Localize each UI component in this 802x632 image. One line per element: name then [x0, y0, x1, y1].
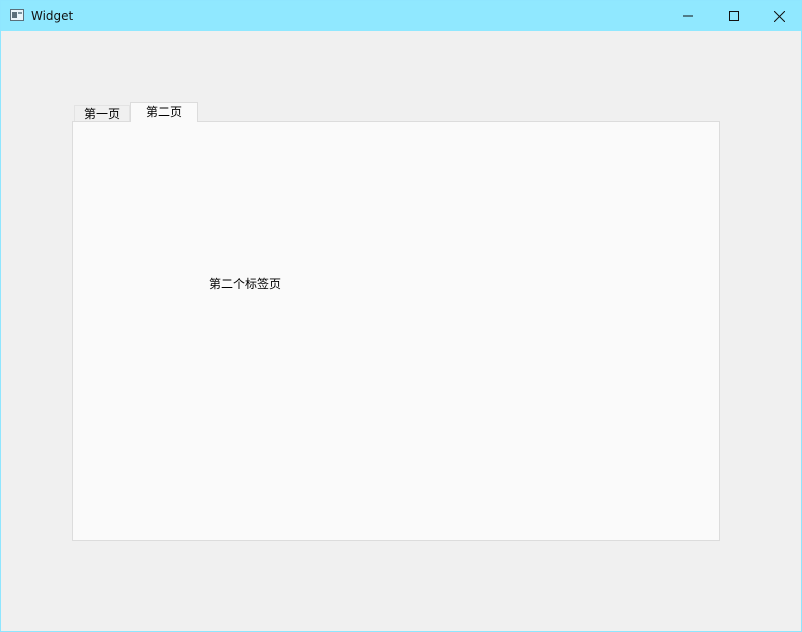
tab-content-panel: 第二个标签页: [72, 121, 720, 541]
tab-label: 第一页: [83, 107, 120, 121]
minimize-icon: [683, 15, 693, 17]
tab-content-label: 第二个标签页: [209, 277, 282, 291]
tab-label: 第二页: [145, 105, 182, 119]
close-button[interactable]: [756, 1, 802, 31]
title-bar[interactable]: Widget: [1, 1, 801, 31]
window-title: Widget: [31, 9, 74, 23]
maximize-button[interactable]: [711, 1, 757, 31]
tab-page-one[interactable]: 第一页: [74, 105, 130, 122]
minimize-button[interactable]: [665, 1, 711, 31]
close-icon: [774, 11, 785, 22]
app-window: Widget 第一页 第二页 第二个标签页: [0, 0, 802, 632]
tab-page-two[interactable]: 第二页: [130, 102, 198, 122]
app-window-icon: [10, 9, 24, 21]
maximize-icon: [729, 11, 739, 21]
